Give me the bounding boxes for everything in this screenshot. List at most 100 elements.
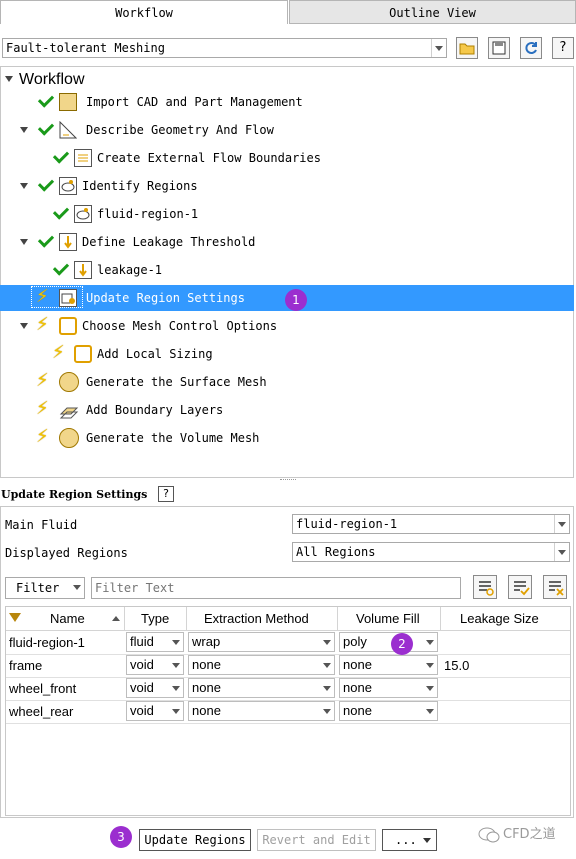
update-regions-button[interactable]: Update Regions bbox=[139, 829, 251, 851]
expander-icon[interactable] bbox=[20, 183, 28, 189]
filter-dropdown-button[interactable]: Filter bbox=[5, 577, 85, 599]
extraction-select[interactable]: wrap bbox=[188, 632, 335, 652]
expander-icon[interactable] bbox=[20, 239, 28, 245]
geometry-icon bbox=[59, 120, 78, 139]
tab-workflow[interactable]: Workflow bbox=[0, 0, 288, 24]
tree-item-label: Import CAD and Part Management bbox=[86, 95, 303, 109]
workflow-selector[interactable]: Fault-tolerant Meshing bbox=[2, 38, 447, 58]
tree-item-label: Create External Flow Boundaries bbox=[97, 151, 321, 165]
help-icon[interactable]: ? bbox=[552, 37, 574, 59]
chevron-down-icon bbox=[320, 702, 334, 720]
main-fluid-label: Main Fluid bbox=[5, 518, 78, 532]
column-header-name[interactable]: Name bbox=[50, 611, 85, 626]
settings-title: Update Region Settings bbox=[1, 488, 148, 501]
filter-settings-icon[interactable] bbox=[473, 575, 497, 599]
table-row[interactable]: wheel_rear void none none bbox=[6, 700, 570, 724]
type-select[interactable]: void bbox=[126, 678, 184, 698]
volume-fill-select[interactable]: none bbox=[339, 655, 438, 675]
chevron-down-icon bbox=[554, 515, 569, 533]
done-check-icon bbox=[52, 259, 70, 276]
region-icon bbox=[74, 205, 92, 223]
column-divider bbox=[337, 607, 338, 630]
workflow-selector-value: Fault-tolerant Meshing bbox=[6, 41, 165, 55]
tree-item-external-flow-boundaries[interactable]: Create External Flow Boundaries bbox=[0, 145, 574, 171]
done-check-icon bbox=[37, 175, 55, 192]
done-check-icon bbox=[37, 119, 55, 136]
boundary-layers-icon bbox=[59, 400, 79, 419]
chevron-down-icon bbox=[554, 543, 569, 561]
tree-item-identify-regions[interactable]: Identify Regions bbox=[0, 173, 574, 199]
extraction-select[interactable]: none bbox=[188, 678, 335, 698]
done-check-icon bbox=[52, 203, 70, 220]
chevron-down-icon bbox=[169, 656, 183, 674]
open-folder-icon[interactable] bbox=[456, 37, 478, 59]
save-icon[interactable] bbox=[488, 37, 510, 59]
tree-item-surface-mesh[interactable]: ⚡ Generate the Surface Mesh bbox=[0, 369, 574, 395]
region-settings-icon bbox=[59, 289, 77, 307]
extraction-value: none bbox=[192, 680, 221, 695]
volume-fill-value: none bbox=[343, 703, 372, 718]
done-check-icon bbox=[37, 91, 55, 108]
tree-item-leakage-1[interactable]: leakage-1 bbox=[0, 257, 574, 283]
type-select[interactable]: void bbox=[126, 701, 184, 721]
extraction-select[interactable]: none bbox=[188, 655, 335, 675]
more-options-button[interactable]: ... bbox=[382, 829, 437, 851]
chevron-down-icon bbox=[431, 39, 446, 57]
tree-item-label: Identify Regions bbox=[82, 179, 198, 193]
column-header-leakage-size[interactable]: Leakage Size bbox=[460, 611, 539, 626]
volume-fill-select[interactable]: poly bbox=[339, 632, 438, 652]
table-row[interactable]: fluid-region-1 fluid wrap poly bbox=[6, 631, 570, 655]
main-fluid-value: fluid-region-1 bbox=[296, 517, 398, 531]
refresh-icon[interactable] bbox=[520, 37, 542, 59]
tree-item-fluid-region-1[interactable]: fluid-region-1 bbox=[0, 201, 574, 227]
region-name: wheel_rear bbox=[9, 704, 74, 719]
tree-item-label: Describe Geometry And Flow bbox=[86, 123, 274, 137]
chevron-down-icon bbox=[169, 679, 183, 697]
tree-item-volume-mesh[interactable]: ⚡ Generate the Volume Mesh bbox=[0, 425, 574, 451]
extraction-value: none bbox=[192, 657, 221, 672]
type-select[interactable]: fluid bbox=[126, 632, 184, 652]
chevron-down-icon bbox=[423, 838, 431, 843]
table-row[interactable]: frame void none none 15.0 bbox=[6, 654, 570, 678]
leakage-size-cell[interactable]: 15.0 bbox=[444, 658, 469, 673]
help-icon[interactable]: ? bbox=[158, 486, 174, 502]
tree-item-choose-mesh-control[interactable]: ⚡ Choose Mesh Control Options bbox=[0, 313, 574, 339]
main-fluid-select[interactable]: fluid-region-1 bbox=[292, 514, 570, 534]
tree-item-label: Add Local Sizing bbox=[97, 347, 213, 361]
tree-item-import-cad[interactable]: Import CAD and Part Management bbox=[0, 89, 574, 115]
tree-item-add-local-sizing[interactable]: ⚡ Add Local Sizing bbox=[0, 341, 574, 367]
check-all-icon[interactable] bbox=[508, 575, 532, 599]
tab-outline-view[interactable]: Outline View bbox=[289, 0, 576, 24]
revert-and-edit-button[interactable]: Revert and Edit bbox=[257, 829, 376, 851]
tree-item-boundary-layers[interactable]: ⚡ Add Boundary Layers bbox=[0, 397, 574, 423]
clear-filter-icon[interactable] bbox=[543, 575, 567, 599]
tree-item-label: Update Region Settings bbox=[86, 291, 245, 305]
splitter-handle[interactable] bbox=[280, 479, 296, 483]
chevron-down-icon bbox=[169, 633, 183, 651]
tree-item-describe-geometry[interactable]: Describe Geometry And Flow bbox=[0, 117, 574, 143]
column-header-type[interactable]: Type bbox=[141, 611, 169, 626]
volume-fill-value: none bbox=[343, 680, 372, 695]
volume-fill-select[interactable]: none bbox=[339, 701, 438, 721]
filter-button-label: Filter bbox=[16, 581, 60, 595]
type-select[interactable]: void bbox=[126, 655, 184, 675]
extraction-select[interactable]: none bbox=[188, 701, 335, 721]
region-name: fluid-region-1 bbox=[9, 635, 85, 650]
surface-mesh-icon bbox=[59, 372, 79, 392]
tree-item-label: Generate the Volume Mesh bbox=[86, 431, 260, 445]
leakage-icon bbox=[74, 261, 92, 279]
chevron-down-icon bbox=[320, 679, 334, 697]
expander-icon[interactable] bbox=[5, 76, 13, 82]
volume-fill-value: poly bbox=[343, 634, 367, 649]
column-divider bbox=[440, 607, 441, 630]
expander-icon[interactable] bbox=[20, 323, 28, 329]
displayed-regions-select[interactable]: All Regions bbox=[292, 542, 570, 562]
table-row[interactable]: wheel_front void none none bbox=[6, 677, 570, 701]
filter-text-input[interactable] bbox=[91, 577, 461, 599]
column-header-extraction[interactable]: Extraction Method bbox=[204, 611, 309, 626]
volume-fill-select[interactable]: none bbox=[339, 678, 438, 698]
tree-item-define-leakage-threshold[interactable]: Define Leakage Threshold bbox=[0, 229, 574, 255]
expander-icon[interactable] bbox=[20, 127, 28, 133]
filter-funnel-icon[interactable] bbox=[9, 613, 21, 622]
column-header-volume-fill[interactable]: Volume Fill bbox=[356, 611, 420, 626]
